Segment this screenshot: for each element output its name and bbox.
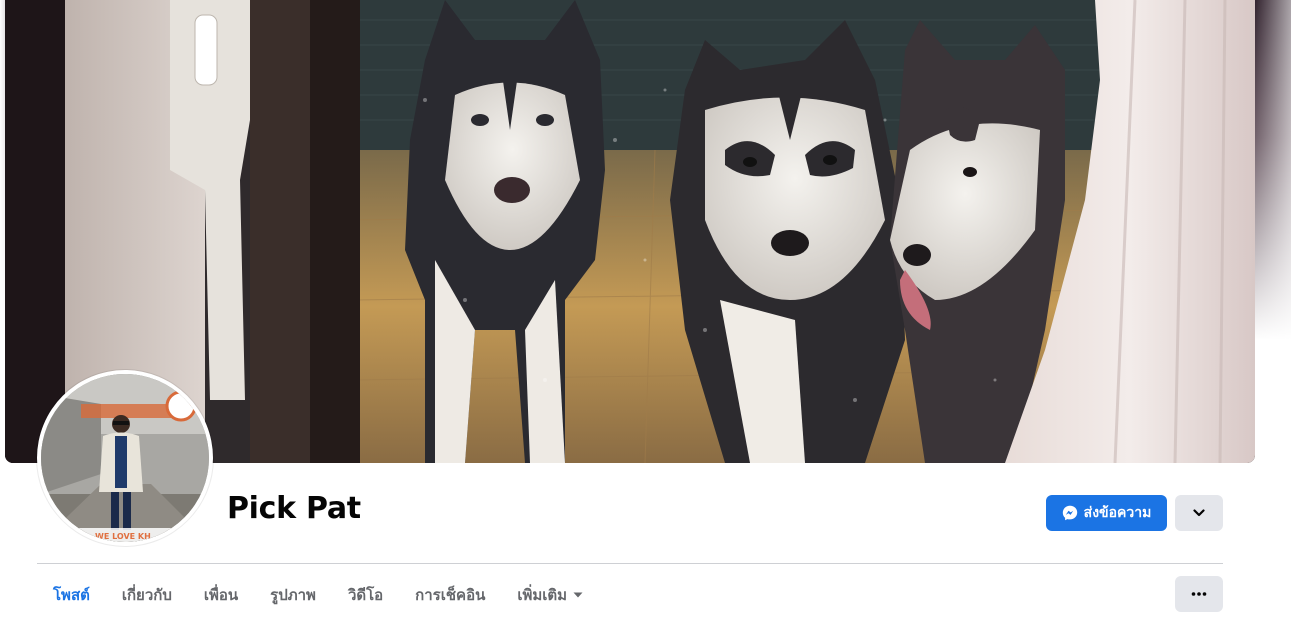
avatar-banner-text: WE LOVE KH: [95, 532, 151, 541]
tab-more[interactable]: เพิ่มเติม: [501, 572, 599, 617]
chevron-down-icon: [1193, 509, 1205, 517]
messenger-icon: [1062, 505, 1078, 521]
profile-name: Pick Pat: [227, 491, 361, 526]
more-actions-button[interactable]: [1175, 495, 1223, 531]
cover-photo[interactable]: [5, 0, 1255, 463]
profile-page: WE LOVE KH Pick Pat ส่งข้อความ โพสต์ เกี…: [0, 0, 1291, 617]
more-options-button[interactable]: [1175, 576, 1223, 612]
profile-tabs: โพสต์ เกี่ยวกับ เพื่อน รูปภาพ วิดีโอ การ…: [37, 572, 599, 617]
caret-down-icon: [573, 592, 583, 598]
tab-about[interactable]: เกี่ยวกับ: [106, 572, 188, 617]
send-message-label: ส่งข้อความ: [1083, 505, 1152, 521]
send-message-button[interactable]: ส่งข้อความ: [1046, 495, 1167, 531]
header-divider: [37, 563, 1223, 564]
tab-photos[interactable]: รูปภาพ: [254, 572, 332, 617]
tab-checkins[interactable]: การเช็คอิน: [399, 572, 501, 617]
ellipsis-icon: [1191, 592, 1207, 596]
profile-avatar[interactable]: WE LOVE KH: [37, 370, 213, 546]
tab-posts[interactable]: โพสต์: [37, 572, 106, 617]
avatar-photo: WE LOVE KH: [41, 374, 209, 542]
tab-friends[interactable]: เพื่อน: [188, 572, 254, 617]
tab-videos[interactable]: วิดีโอ: [332, 572, 399, 617]
